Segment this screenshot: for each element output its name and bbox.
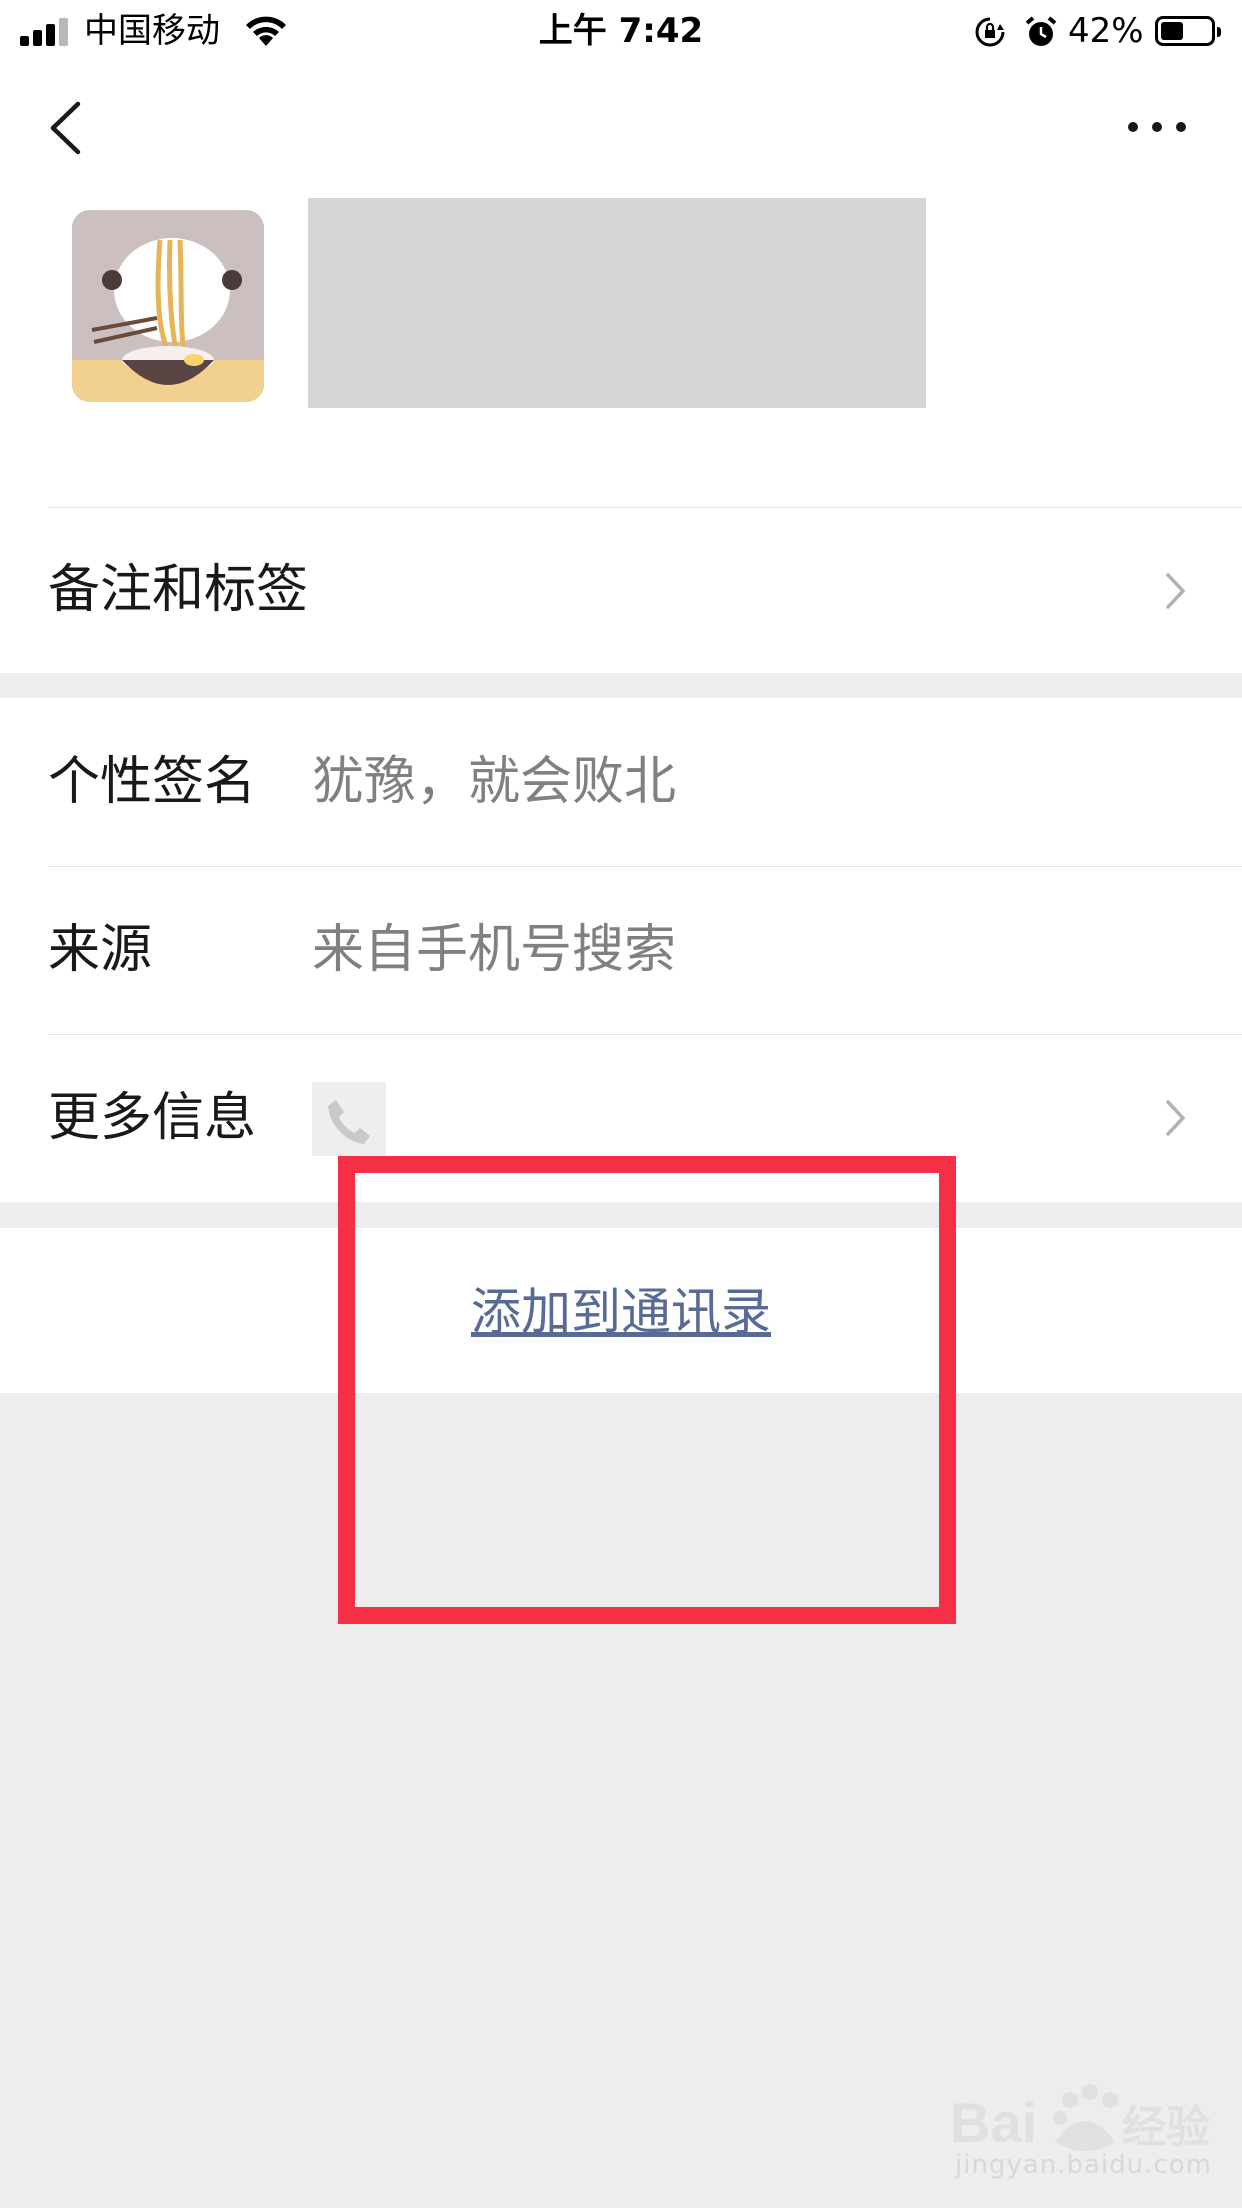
source-label: 来源	[48, 920, 153, 980]
signature-value: 犹豫，就会败北	[312, 752, 677, 812]
battery-icon	[1155, 16, 1221, 46]
avatar-image	[72, 210, 264, 402]
name-redacted-block	[308, 198, 926, 408]
phone-icon	[312, 1082, 386, 1156]
more-options-icon[interactable]	[1128, 110, 1190, 140]
highlight-annotation-box	[338, 1156, 956, 1624]
chevron-right-icon	[1166, 573, 1186, 609]
back-chevron-icon[interactable]	[48, 100, 82, 156]
rotation-lock-icon	[975, 17, 1005, 47]
remark-tags-label: 备注和标签	[48, 560, 309, 620]
svg-text:Bai: Bai	[950, 2091, 1037, 2154]
battery-percentage: 42%	[1068, 11, 1144, 51]
more-info-label: 更多信息	[48, 1088, 257, 1148]
source-value: 来自手机号搜索	[312, 920, 677, 980]
alarm-icon	[1025, 16, 1057, 46]
avatar[interactable]	[72, 210, 264, 402]
svg-text:经验: 经验	[1122, 2102, 1210, 2153]
watermark-url: jingyan.baidu.com	[955, 2150, 1212, 2180]
chevron-right-icon	[1166, 1100, 1186, 1136]
nav-bar	[0, 62, 1242, 186]
divider	[48, 866, 1242, 867]
signature-label: 个性签名	[48, 752, 257, 812]
